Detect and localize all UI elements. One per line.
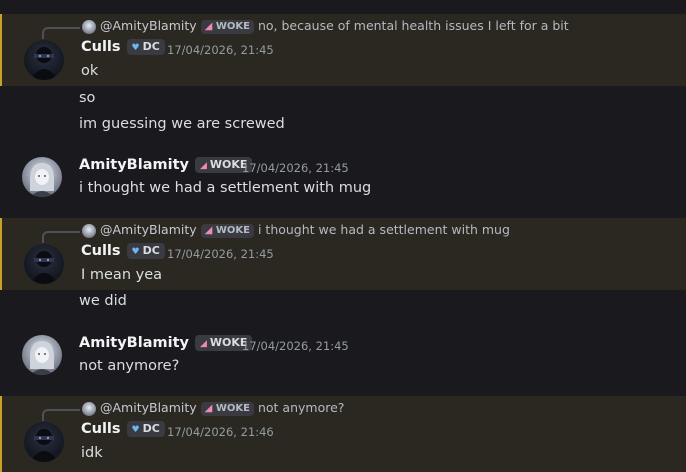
timestamp: 17/04/2026, 21:45 xyxy=(242,161,349,175)
message-text: I mean yea xyxy=(81,267,163,283)
timestamp: 17/04/2026, 21:45 xyxy=(242,339,349,353)
blue-heart-icon: ♥ xyxy=(131,247,140,257)
role-tag: ♥ DC xyxy=(126,421,165,437)
pink-heart-icon: ◢ xyxy=(204,402,213,414)
pink-heart-icon: ◢ xyxy=(204,20,213,32)
reply-connector xyxy=(42,27,80,39)
role-tag: ◢ WOKE xyxy=(200,223,254,238)
avatar[interactable] xyxy=(24,40,64,80)
message-text: im guessing we are screwed xyxy=(79,116,285,132)
message-group[interactable]: AmityBlamity ◢ WOKE 17/04/2026, 21:45 not … xyxy=(0,328,686,382)
message-group[interactable]: @AmityBlamity ◢ WOKE not anymore? Culls ♥ DC… xyxy=(0,396,686,472)
role-tag: ♥ DC xyxy=(126,243,165,259)
reply-text: no, because of mental health issues I le… xyxy=(257,18,569,33)
message-text: ok xyxy=(81,63,99,79)
timestamp: 17/04/2026, 21:46 xyxy=(167,425,274,439)
message-text: idk xyxy=(81,445,103,461)
avatar-icon xyxy=(82,19,96,34)
message-text: we did xyxy=(79,293,127,309)
author-name[interactable]: Culls ♥ DC xyxy=(81,243,165,259)
message-group[interactable]: @AmityBlamity ◢ WOKE no, because of mental… xyxy=(0,14,686,86)
message-text: so xyxy=(79,90,96,106)
author-name[interactable]: Culls ♥ DC xyxy=(81,39,165,55)
pink-heart-icon: ◢ xyxy=(199,339,207,349)
reply-preview[interactable]: @AmityBlamity ◢ WOKE not anymore? xyxy=(82,399,344,417)
message-group[interactable]: AmityBlamity ◢ WOKE 17/04/2026, 21:45 i th… xyxy=(0,150,686,204)
message-text: not anymore? xyxy=(79,358,180,374)
role-tag: ◢ WOKE xyxy=(200,401,254,416)
reply-text: not anymore? xyxy=(257,400,345,415)
timestamp: 17/04/2026, 21:45 xyxy=(167,247,274,261)
blue-heart-icon: ♥ xyxy=(131,43,140,53)
author-name[interactable]: Culls ♥ DC xyxy=(81,421,165,437)
pink-heart-icon: ◢ xyxy=(204,224,213,236)
pink-heart-icon: ◢ xyxy=(199,161,207,171)
message-group[interactable]: @AmityBlamity ◢ WOKE i thought we had a se… xyxy=(0,218,686,290)
author-name[interactable]: AmityBlamity ◢ WOKE xyxy=(79,335,253,351)
reply-connector xyxy=(42,409,80,421)
avatar[interactable] xyxy=(22,157,62,197)
reply-preview[interactable]: @AmityBlamity ◢ WOKE no, because of mental… xyxy=(82,17,569,35)
author-name[interactable]: AmityBlamity ◢ WOKE xyxy=(79,157,253,173)
avatar[interactable] xyxy=(22,335,62,375)
reply-text: i thought we had a settlement with mug xyxy=(257,222,510,237)
avatar-icon xyxy=(82,401,96,416)
reply-author[interactable]: @AmityBlamity xyxy=(100,400,197,415)
blue-heart-icon: ♥ xyxy=(131,425,140,435)
reply-preview[interactable]: @AmityBlamity ◢ WOKE i thought we had a se… xyxy=(82,221,510,239)
reply-connector xyxy=(42,231,80,243)
timestamp: 17/04/2026, 21:45 xyxy=(167,43,274,57)
avatar[interactable] xyxy=(24,422,64,462)
reply-author[interactable]: @AmityBlamity xyxy=(100,18,197,33)
reply-author[interactable]: @AmityBlamity xyxy=(100,222,197,237)
message-text: i thought we had a settlement with mug xyxy=(79,180,372,196)
avatar-icon xyxy=(82,223,96,238)
role-tag: ◢ WOKE xyxy=(200,19,254,34)
role-tag: ♥ DC xyxy=(126,39,165,55)
avatar[interactable] xyxy=(24,244,64,284)
